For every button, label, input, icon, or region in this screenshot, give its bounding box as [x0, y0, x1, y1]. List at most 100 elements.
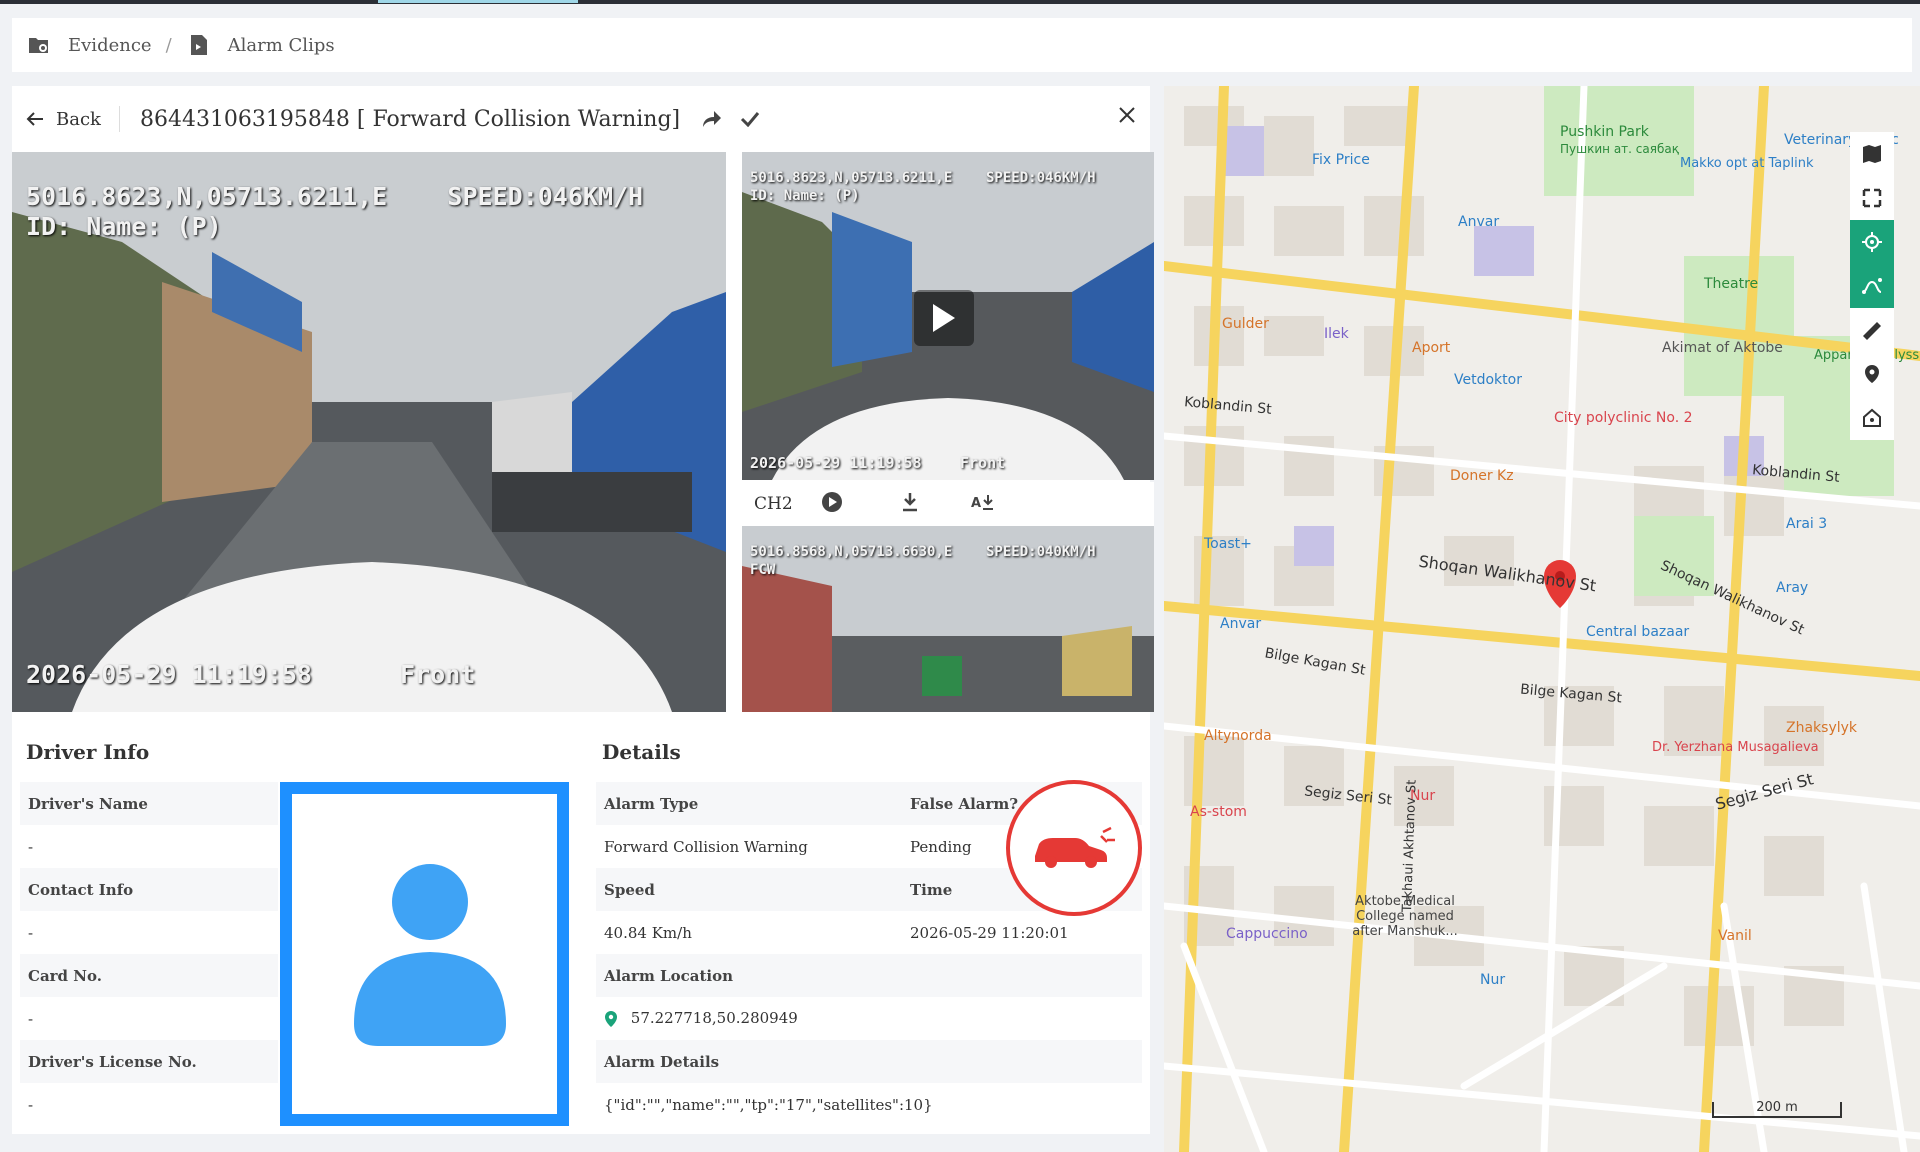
- play-circle-icon: [821, 491, 842, 512]
- video-overlay-coords: 5016.8623,N,05713.6211,E SPEED:046KM/H: [750, 170, 1096, 186]
- map-place-label: Пушкин ат. саябақ: [1560, 142, 1679, 156]
- map-place-label: Aray: [1776, 580, 1809, 596]
- map-locate-button[interactable]: [1850, 220, 1894, 264]
- crosshair-icon: [1862, 232, 1882, 252]
- map-place-label: Cappuccino: [1226, 926, 1308, 942]
- video-overlay-coords: 5016.8568,N,05713.6630,E SPEED:040KM/H: [750, 544, 1096, 560]
- map-place-label: Toast+: [1204, 536, 1252, 552]
- license-no-label: Driver's License No.: [20, 1040, 278, 1083]
- driver-info-table: Driver's Name - Contact Info - Card No. …: [20, 782, 278, 1126]
- map-view[interactable]: Fix Price Pushkin Park Пушкин ат. саябақ…: [1164, 86, 1920, 1152]
- driver-name-value: -: [28, 837, 34, 856]
- driver-info-title: Driver Info: [26, 740, 150, 764]
- map-place-label: Nur: [1480, 972, 1506, 988]
- ch2-play-button[interactable]: [821, 491, 843, 518]
- map-place-label: Aport: [1412, 340, 1451, 356]
- video-file-icon: [186, 32, 212, 58]
- map-place-label: Makko opt at Taplink: [1680, 156, 1814, 171]
- map-place-label: Vetdoktor: [1454, 372, 1522, 388]
- map-place-label: Ilek: [1324, 326, 1349, 342]
- home-fence-icon: [1863, 408, 1881, 427]
- ch1-video-player[interactable]: 5016.8623,N,05713.6211,E SPEED:046KM/H I…: [742, 152, 1154, 480]
- map-place-label: Zhaksylyk: [1786, 720, 1858, 736]
- card-no-label: Card No.: [20, 954, 278, 997]
- video-overlay-camera: Front: [400, 660, 476, 689]
- map-place-label: Altynorda: [1204, 728, 1272, 744]
- download-text-icon: A: [971, 494, 993, 511]
- check-icon: [741, 112, 760, 127]
- ch2-label: CH2: [754, 494, 793, 514]
- speed-label: Speed: [596, 868, 902, 911]
- user-avatar-icon: [354, 864, 506, 1046]
- confirm-button[interactable]: [740, 111, 760, 127]
- alarm-details-value: {"id":"","name":"","tp":"17","satellites…: [604, 1095, 933, 1114]
- map-place-label: Vanil: [1718, 928, 1752, 944]
- video-overlay-camera: Front: [960, 454, 1006, 472]
- breadcrumb-alarm-clips: Alarm Clips: [227, 34, 335, 56]
- alarm-location-label: Alarm Location: [596, 954, 1142, 997]
- card-no-value: -: [28, 1009, 34, 1028]
- map-place-label: Pushkin Park: [1560, 124, 1649, 140]
- route-icon: [1862, 278, 1882, 294]
- ch2-download-subtitle-button[interactable]: A: [971, 492, 995, 517]
- contact-info-value: -: [28, 923, 34, 942]
- alarm-location-row: 57.227718,50.280949: [596, 997, 1142, 1040]
- map-fit-button[interactable]: [1850, 176, 1894, 220]
- driver-photo: [280, 782, 569, 1126]
- close-icon: [1119, 107, 1135, 123]
- close-button[interactable]: [1118, 106, 1136, 129]
- video-overlay-id: ID: Name: (P): [750, 188, 860, 204]
- detail-header: Back 864431063195848 [ Forward Collision…: [12, 86, 1150, 152]
- map-icon: [1863, 145, 1881, 163]
- map-measure-button[interactable]: [1850, 308, 1894, 352]
- active-tab-indicator: [378, 0, 578, 3]
- driver-name-label: Driver's Name: [20, 782, 278, 825]
- map-geofence-button[interactable]: [1850, 396, 1894, 440]
- map-layer-button[interactable]: [1850, 132, 1894, 176]
- license-no-value: -: [28, 1095, 34, 1114]
- page-title: 864431063195848 [ Forward Collision Warn…: [139, 106, 681, 132]
- speed-value: 40.84 Km/h: [604, 923, 692, 942]
- ch2-download-button[interactable]: [901, 492, 919, 517]
- pin-icon: [1865, 365, 1879, 383]
- breadcrumb: Evidence / Alarm Clips: [12, 18, 1912, 72]
- map-place-label: Dr. Yerzhana Musagalieva: [1652, 740, 1819, 755]
- map-route-button[interactable]: [1850, 264, 1894, 308]
- play-icon: [933, 304, 955, 332]
- alarm-details-label: Alarm Details: [596, 1040, 1142, 1083]
- location-pin-icon: [605, 1011, 617, 1027]
- arrow-left-icon: [26, 112, 43, 126]
- ruler-icon: [1863, 322, 1881, 340]
- car-collision-icon: [1035, 826, 1115, 868]
- map-place-label: Anvar: [1220, 616, 1262, 632]
- map-place-label: Theatre: [1704, 276, 1759, 292]
- alarm-location-link[interactable]: 57.227718,50.280949: [631, 1009, 798, 1027]
- video-overlay-coords: 5016.8623,N,05713.6211,E SPEED:046KM/H: [26, 182, 644, 211]
- download-icon: [902, 492, 917, 511]
- map-place-label: Akimat of Aktobe: [1662, 340, 1783, 356]
- back-button[interactable]: Back: [26, 106, 120, 132]
- ch2-video-player[interactable]: 5016.8568,N,05713.6630,E SPEED:040KM/H F…: [742, 526, 1154, 712]
- play-button[interactable]: [914, 290, 974, 346]
- top-progress-line: [0, 0, 1920, 4]
- details-title: Details: [602, 740, 681, 764]
- back-label: Back: [56, 108, 101, 130]
- map-poi-button[interactable]: [1850, 352, 1894, 396]
- video-overlay-timestamp: 2026-05-29 11:19:58: [26, 660, 312, 689]
- video-overlay-alarm-code: FCW: [750, 562, 776, 578]
- fit-bounds-icon: [1862, 188, 1882, 208]
- video-overlay-id: ID: Name: (P): [26, 212, 222, 241]
- alarm-type-label: Alarm Type: [596, 782, 902, 825]
- svg-text:A: A: [971, 496, 981, 511]
- alarm-type-value: Forward Collision Warning: [604, 837, 808, 856]
- map-place-label: City polyclinic No. 2: [1554, 410, 1693, 426]
- video-overlay-timestamp: 2026-05-29 11:19:58: [750, 454, 922, 472]
- main-video-player[interactable]: 5016.8623,N,05713.6211,E SPEED:046KM/H I…: [12, 152, 726, 712]
- share-arrow-icon: [703, 111, 722, 127]
- map-scale-bar: 200 m: [1712, 1101, 1842, 1118]
- map-place-label: Fix Price: [1312, 152, 1370, 168]
- share-button[interactable]: [702, 110, 722, 128]
- map-place-label: Aktobe Medical College named after Mansh…: [1352, 894, 1458, 939]
- breadcrumb-evidence[interactable]: Evidence: [68, 35, 152, 56]
- map-place-label: Gulder: [1222, 316, 1269, 332]
